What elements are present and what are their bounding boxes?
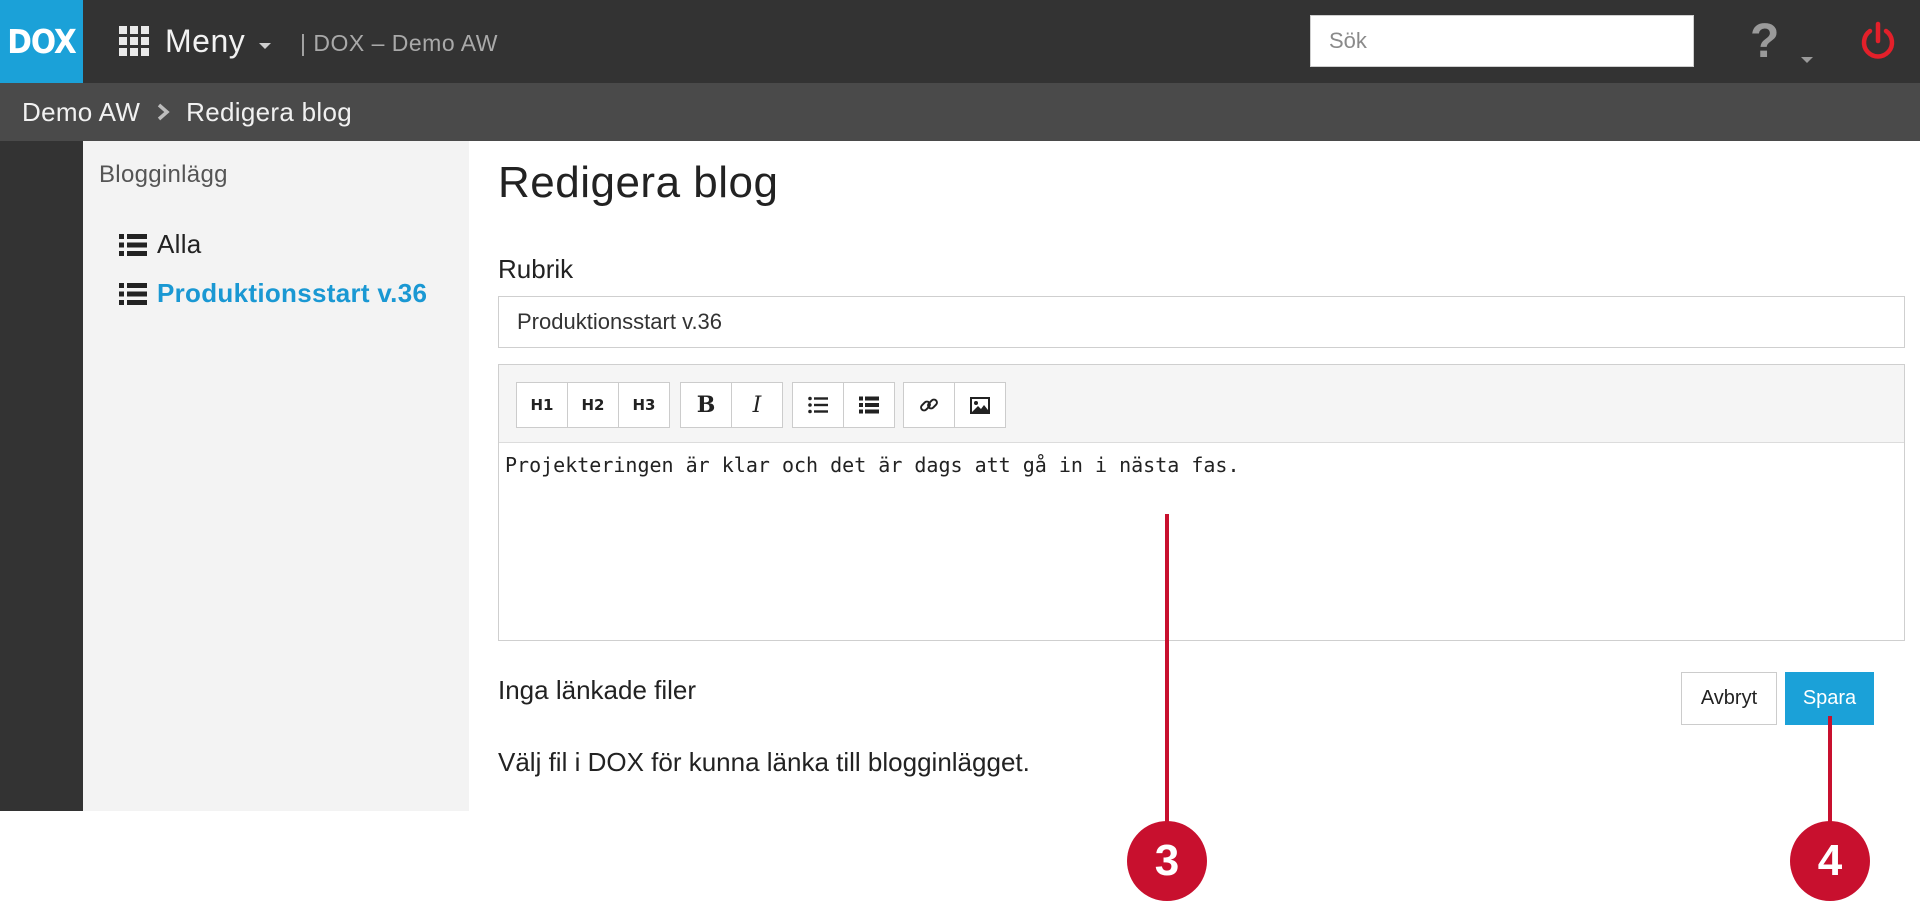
- sidebar: Blogginlägg Alla Produktionsstart v.36: [83, 141, 469, 811]
- search-input[interactable]: [1310, 15, 1694, 67]
- menu-label: Meny: [165, 22, 246, 59]
- link-file-hint: Välj fil i DOX för kunna länka till blog…: [498, 747, 1030, 777]
- image-icon: [970, 396, 990, 414]
- help-chevron-down-icon[interactable]: [1801, 57, 1813, 63]
- callout-badge-3: 3: [1127, 821, 1207, 901]
- cancel-button[interactable]: Avbryt: [1681, 672, 1777, 725]
- italic-button[interactable]: I: [731, 382, 783, 428]
- list-button-group: [792, 382, 895, 428]
- numbered-list-button[interactable]: [843, 382, 895, 428]
- breadcrumb: Demo AW Redigera blog: [0, 83, 1920, 141]
- sidebar-item-label: Produktionsstart v.36: [157, 278, 428, 308]
- chevron-right-icon: [158, 103, 170, 121]
- bullet-list-button[interactable]: [792, 382, 844, 428]
- top-bar: DOX Meny | DOX – Demo AW ?: [0, 0, 1920, 83]
- h2-button[interactable]: H2: [567, 382, 619, 428]
- bold-button[interactable]: B: [680, 382, 732, 428]
- menu-button[interactable]: Meny: [119, 18, 272, 64]
- rubrik-input[interactable]: [498, 296, 1905, 348]
- rubrik-label: Rubrik: [498, 254, 574, 284]
- callout-line-3: [1165, 514, 1169, 824]
- page-title: Redigera blog: [498, 158, 779, 207]
- apps-grid-icon: [119, 26, 149, 56]
- editor-content[interactable]: Projekteringen är klar och det är dags a…: [499, 443, 1904, 487]
- link-icon: [920, 398, 938, 412]
- app-title: | DOX – Demo AW: [300, 30, 498, 56]
- bullet-list-icon: [808, 396, 828, 414]
- sidebar-item-alla[interactable]: Alla: [119, 229, 202, 260]
- dox-logo[interactable]: DOX: [0, 0, 83, 83]
- breadcrumb-item-current: Redigera blog: [186, 96, 352, 127]
- sidebar-item-produktionsstart[interactable]: Produktionsstart v.36: [119, 278, 427, 309]
- heading-button-group: H1 H2 H3: [516, 382, 670, 428]
- h3-button[interactable]: H3: [618, 382, 670, 428]
- left-rail: [0, 141, 83, 811]
- linked-files-status: Inga länkade filer: [498, 675, 697, 705]
- sidebar-title: Blogginlägg: [99, 161, 228, 188]
- list-icon: [119, 233, 147, 256]
- numbered-list-icon: [859, 396, 879, 414]
- link-button[interactable]: [903, 382, 955, 428]
- rich-text-editor: H1 H2 H3 B I Projekteringen är klar och …: [498, 364, 1905, 641]
- callout-badge-4: 4: [1790, 821, 1870, 901]
- callout-line-4: [1828, 716, 1832, 824]
- editor-toolbar: H1 H2 H3 B I: [499, 365, 1904, 443]
- breadcrumb-item-demo-aw[interactable]: Demo AW: [22, 97, 140, 128]
- insert-button-group: [903, 382, 1006, 428]
- h1-button[interactable]: H1: [516, 382, 568, 428]
- chevron-down-icon: [259, 43, 272, 49]
- format-button-group: B I: [680, 382, 783, 428]
- power-icon[interactable]: [1856, 20, 1900, 64]
- sidebar-item-label: Alla: [157, 229, 202, 259]
- help-icon[interactable]: ?: [1750, 14, 1779, 69]
- list-icon: [119, 282, 147, 305]
- image-button[interactable]: [954, 382, 1006, 428]
